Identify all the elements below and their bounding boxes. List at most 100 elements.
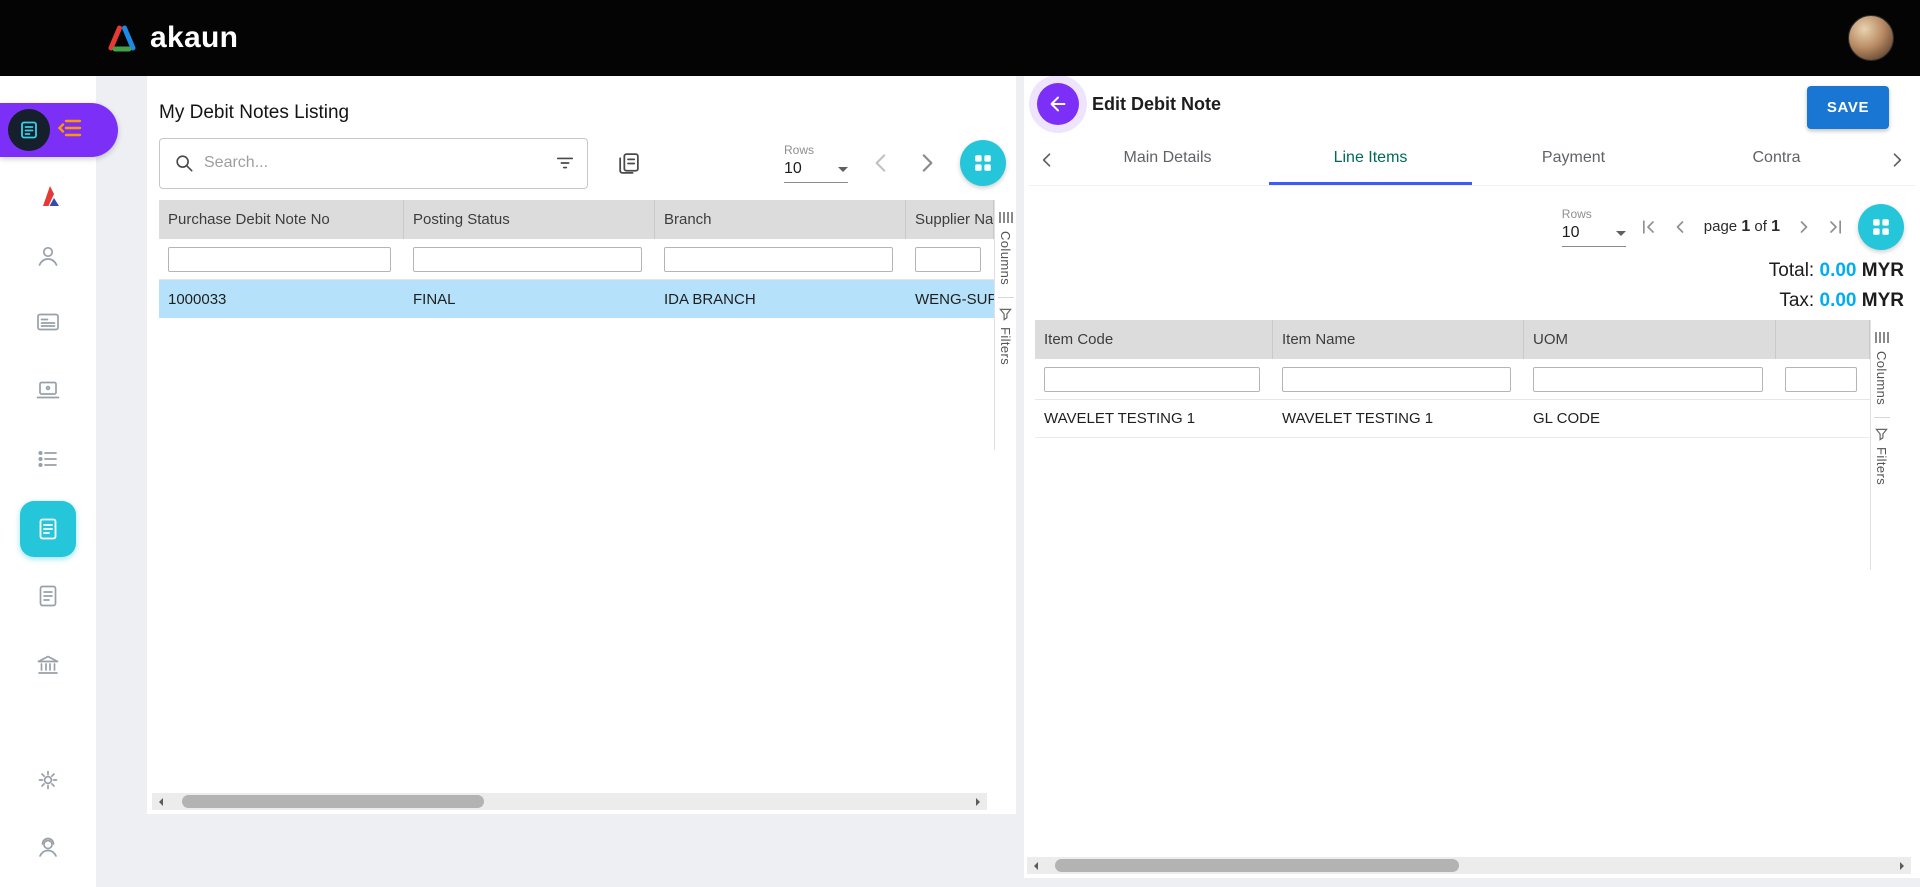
menu-collapse-icon — [58, 117, 84, 144]
scrollbar-thumb[interactable] — [182, 795, 484, 808]
filter-list-icon[interactable] — [555, 153, 575, 173]
table-row-selected[interactable]: 1000033 FINAL IDA BRANCH WENG-SUP — [159, 280, 994, 318]
brand-red-icon — [34, 182, 62, 210]
tab-main-details[interactable]: Main Details — [1066, 134, 1269, 185]
table-row[interactable]: WAVELET TESTING 1 WAVELET TESTING 1 GL C… — [1035, 400, 1870, 438]
credit-note-icon — [35, 583, 61, 609]
column-header-item-code[interactable]: Item Code — [1035, 320, 1273, 359]
column-header-supplier-name[interactable]: Supplier Na — [906, 200, 994, 239]
brand-logo[interactable]: akaun — [104, 21, 238, 55]
cell-uom: GL CODE — [1524, 400, 1776, 437]
tab-payment[interactable]: Payment — [1472, 134, 1675, 185]
grid-icon — [1870, 216, 1892, 238]
next-page-button[interactable] — [1794, 217, 1814, 237]
filters-toggle[interactable]: Filters — [1874, 447, 1889, 485]
filter-input-purchase-debit-note-no[interactable] — [168, 247, 391, 272]
ledger-badge-icon — [8, 109, 50, 151]
column-header-purchase-debit-note-no[interactable]: Purchase Debit Note No — [159, 200, 404, 239]
rows-per-page-select[interactable]: Rows 10 — [1562, 207, 1626, 247]
column-header-item-name[interactable]: Item Name — [1273, 320, 1524, 359]
search-input[interactable] — [204, 154, 545, 172]
tax-line: Tax: 0.00 MYR — [1769, 286, 1904, 316]
card-panel-icon — [35, 309, 61, 335]
sidebar-item-brand-red[interactable] — [0, 168, 96, 224]
scrollbar-track[interactable] — [168, 793, 971, 810]
support-icon — [35, 834, 61, 860]
filter-input-item-name[interactable] — [1282, 367, 1511, 392]
drag-handle-icon[interactable] — [1875, 332, 1889, 343]
filter-input-extra[interactable] — [1785, 367, 1857, 392]
cell-doc-no: 1000033 — [159, 280, 404, 318]
search-box[interactable] — [159, 138, 588, 189]
layout-grid-button[interactable] — [960, 140, 1006, 186]
sidebar-item-bank[interactable] — [0, 637, 96, 693]
scroll-right-arrow[interactable] — [1895, 857, 1911, 874]
first-page-button[interactable] — [1638, 217, 1658, 237]
columns-toggle[interactable]: Columns — [998, 231, 1013, 285]
settings-icon — [35, 767, 61, 793]
rows-label: Rows — [1562, 207, 1626, 221]
prev-page-button[interactable] — [1670, 217, 1690, 237]
rows-per-page-select[interactable]: Rows 10 — [784, 143, 848, 183]
tab-line-items[interactable]: Line Items — [1269, 134, 1472, 185]
filter-input-branch[interactable] — [664, 247, 893, 272]
save-button[interactable]: SAVE — [1807, 86, 1889, 129]
column-header-branch[interactable]: Branch — [655, 200, 906, 239]
sidebar-item-contacts[interactable] — [0, 228, 96, 284]
last-page-button[interactable] — [1826, 217, 1846, 237]
cell-posting-status: FINAL — [404, 280, 655, 318]
debit-notes-table: Purchase Debit Note No Posting Status Br… — [159, 200, 994, 318]
cell-item-code: WAVELET TESTING 1 — [1035, 400, 1273, 437]
scrollbar-thumb[interactable] — [1055, 859, 1459, 872]
column-header-posting-status[interactable]: Posting Status — [404, 200, 655, 239]
sidebar-item-cards[interactable] — [0, 294, 96, 350]
filter-input-posting-status[interactable] — [413, 247, 642, 272]
cell-item-name: WAVELET TESTING 1 — [1273, 400, 1524, 437]
filters-toggle[interactable]: Filters — [998, 327, 1013, 365]
strip-divider — [1874, 417, 1890, 418]
scroll-left-arrow[interactable] — [152, 793, 168, 810]
line-items-controls: Rows 10 page 1 of 1 — [1562, 204, 1904, 250]
filter-input-uom[interactable] — [1533, 367, 1763, 392]
drag-handle-icon[interactable] — [999, 212, 1013, 223]
multi-view-icon[interactable] — [616, 151, 641, 176]
layout-grid-button[interactable] — [1858, 204, 1904, 250]
scroll-right-arrow[interactable] — [971, 793, 987, 810]
filter-input-item-code[interactable] — [1044, 367, 1260, 392]
sidebar-item-support[interactable] — [0, 819, 96, 875]
tab-contra[interactable]: Contra — [1675, 134, 1878, 185]
filter-funnel-icon[interactable] — [999, 308, 1012, 321]
tabs-scroll-right[interactable] — [1878, 134, 1916, 185]
column-header-uom[interactable]: UOM — [1524, 320, 1776, 359]
columns-toggle[interactable]: Columns — [1874, 351, 1889, 405]
user-avatar[interactable] — [1848, 15, 1894, 61]
chevron-down-icon — [1616, 231, 1626, 241]
tax-amount: 0.00 — [1820, 290, 1857, 311]
brand-name: akaun — [150, 21, 238, 55]
horizontal-scrollbar[interactable] — [152, 793, 987, 810]
strip-divider — [998, 297, 1014, 298]
akaun-triangle-icon — [104, 22, 140, 54]
grid-icon — [972, 152, 994, 174]
scrollbar-track[interactable] — [1043, 857, 1895, 874]
sidebar-item-credit-notes[interactable] — [0, 568, 96, 624]
back-button[interactable] — [1037, 83, 1079, 125]
sidebar-item-settings[interactable] — [0, 752, 96, 808]
sidebar-toggle[interactable] — [0, 103, 118, 157]
column-header-extra[interactable] — [1776, 320, 1870, 359]
prev-page-button[interactable] — [868, 150, 894, 176]
tabs-scroll-left[interactable] — [1028, 134, 1066, 185]
sidebar-item-debit-notes[interactable] — [0, 501, 96, 557]
horizontal-scrollbar[interactable] — [1027, 857, 1911, 874]
scroll-left-arrow[interactable] — [1027, 857, 1043, 874]
filter-funnel-icon[interactable] — [1875, 428, 1888, 441]
filter-input-supplier-name[interactable] — [915, 247, 981, 272]
next-page-button[interactable] — [914, 150, 940, 176]
sidebar-item-pos[interactable] — [0, 363, 96, 419]
debit-notes-listing-panel: My Debit Notes Listing Rows 10 — [147, 76, 1016, 814]
cell-supplier: WENG-SUP — [906, 280, 994, 318]
total-amount: 0.00 — [1820, 260, 1857, 281]
column-filter-row — [159, 239, 994, 280]
contacts-icon — [35, 243, 61, 269]
sidebar-item-orders[interactable] — [0, 431, 96, 487]
